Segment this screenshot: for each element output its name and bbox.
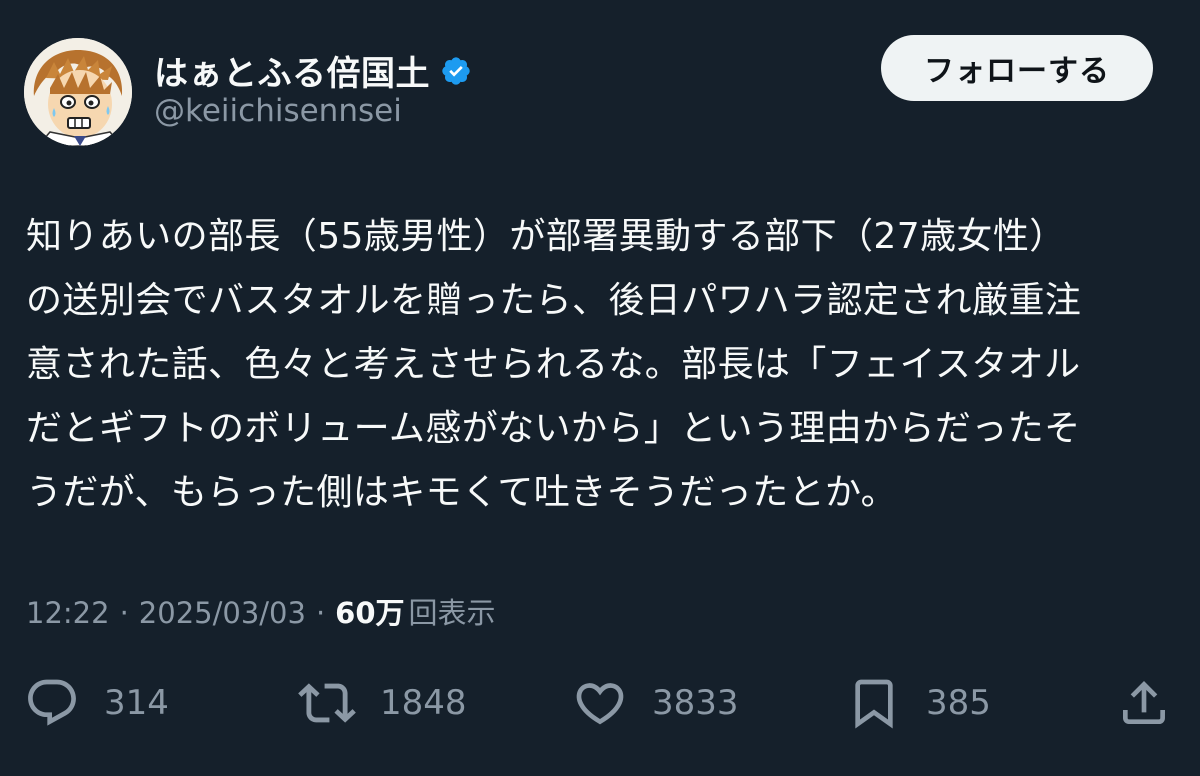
follow-button[interactable]: フォローする — [881, 35, 1153, 101]
speech-bubble-icon — [24, 675, 80, 731]
tweet-card: はぁとふる倍国土 @keiichisennsei フォローする 知りあいの部長（… — [0, 0, 1200, 776]
views-count[interactable]: 60万 — [335, 590, 404, 632]
heart-icon — [572, 675, 628, 731]
reply-count: 314 — [104, 683, 169, 723]
tweet-meta: 12:22 · 2025/03/03 · 60万 回表示 — [26, 590, 496, 632]
bookmark-icon — [846, 675, 902, 731]
tweet-text: 知りあいの部長（55歳男性）が部署異動する部下（27歳女性） の送別会でバスタオ… — [26, 205, 1176, 525]
avatar-illustration — [24, 38, 132, 146]
tweet-time[interactable]: 12:22 — [26, 596, 110, 630]
views-label: 回表示 — [408, 596, 496, 630]
tweet-text-line: うだが、もらった側はキモくて吐きそうだったとか。 — [26, 472, 898, 513]
meta-separator: · — [119, 596, 129, 630]
action-bar: 314 1848 3833 385 — [0, 665, 1200, 741]
author-display-name[interactable]: はぁとふる倍国土 — [154, 46, 430, 95]
tweet-text-line: の送別会でバスタオルを贈ったら、後日パワハラ認定され厳重注 — [26, 280, 1082, 321]
like-count: 3833 — [652, 683, 739, 723]
bookmark-button[interactable]: 385 — [846, 665, 991, 741]
share-button[interactable] — [1116, 665, 1172, 741]
meta-separator: · — [315, 596, 326, 630]
retweet-button[interactable]: 1848 — [298, 665, 467, 741]
tweet-text-line: 意された話、色々と考えさせられるな。部長は「フェイスタオル — [26, 344, 1081, 385]
retweet-arrows-icon — [298, 674, 356, 732]
verified-badge-icon — [440, 55, 472, 87]
tweet-date[interactable]: 2025/03/03 — [139, 596, 306, 630]
author-name-row[interactable]: はぁとふる倍国土 — [154, 46, 472, 95]
reply-button[interactable]: 314 — [24, 665, 169, 741]
tweet-text-line: だとギフトのボリューム感がないから」という理由からだったそ — [26, 408, 1081, 449]
tweet-text-line: 知りあいの部長（55歳男性）が部署異動する部下（27歳女性） — [26, 216, 1066, 257]
share-upload-icon — [1116, 675, 1172, 731]
avatar[interactable] — [24, 38, 132, 146]
author-handle[interactable]: @keiichisennsei — [154, 93, 402, 129]
retweet-count: 1848 — [380, 683, 467, 723]
bookmark-count: 385 — [926, 683, 991, 723]
like-button[interactable]: 3833 — [572, 665, 739, 741]
